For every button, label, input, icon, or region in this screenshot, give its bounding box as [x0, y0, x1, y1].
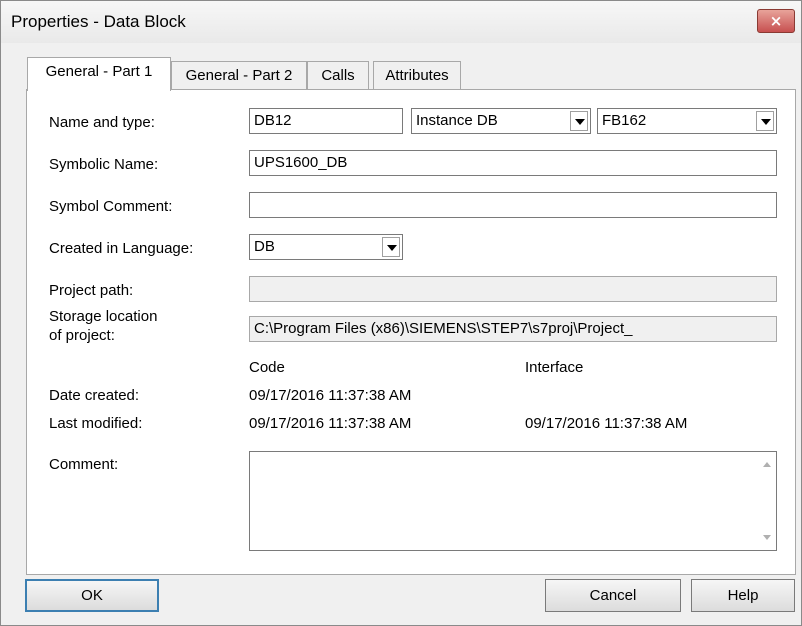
- comment-textarea[interactable]: [249, 451, 777, 551]
- tab-general-part-2[interactable]: General - Part 2: [171, 61, 307, 90]
- symbol-comment-label: Symbol Comment:: [49, 198, 173, 215]
- tab-general-part-1[interactable]: General - Part 1: [27, 57, 171, 91]
- project-path-label: Project path:: [49, 282, 134, 299]
- storage-location-label: Storage location: [49, 308, 158, 325]
- name-input[interactable]: DB12: [249, 108, 403, 134]
- properties-dialog: Properties - Data Block × General - Part…: [0, 0, 802, 626]
- language-select[interactable]: DB: [249, 234, 403, 260]
- last-modified-code: 09/17/2016 11:37:38 AM: [249, 415, 412, 432]
- last-modified-interface: 09/17/2016 11:37:38 AM: [525, 415, 688, 432]
- last-modified-label: Last modified:: [49, 415, 143, 432]
- symbol-comment-input[interactable]: [249, 192, 777, 218]
- name-type-label: Name and type:: [49, 114, 155, 131]
- fb-select-value: FB162: [602, 112, 647, 129]
- tab-attributes[interactable]: Attributes: [373, 61, 461, 90]
- fb-select[interactable]: FB162: [597, 108, 777, 134]
- project-path-field: [249, 276, 777, 302]
- symbolic-name-input[interactable]: UPS1600_DB: [249, 150, 777, 176]
- chevron-down-icon[interactable]: [382, 237, 400, 257]
- ok-button[interactable]: OK: [25, 579, 159, 612]
- chevron-down-icon[interactable]: [570, 111, 588, 131]
- date-created-label: Date created:: [49, 387, 140, 404]
- interface-header: Interface: [525, 359, 584, 376]
- language-select-value: DB: [254, 238, 275, 255]
- language-label: Created in Language:: [49, 240, 194, 257]
- code-header: Code: [249, 359, 285, 376]
- help-button[interactable]: Help: [691, 579, 795, 612]
- window-title: Properties - Data Block: [11, 12, 186, 31]
- comment-label: Comment:: [49, 456, 119, 473]
- scroll-up-icon[interactable]: [763, 462, 771, 467]
- chevron-down-icon[interactable]: [756, 111, 774, 131]
- symbolic-name-label: Symbolic Name:: [49, 156, 159, 173]
- storage-location-field: C:\Program Files (x86)\SIEMENS\STEP7\s7p…: [249, 316, 777, 342]
- scroll-down-icon[interactable]: [763, 535, 771, 540]
- close-icon[interactable]: ×: [757, 9, 795, 33]
- cancel-button[interactable]: Cancel: [545, 579, 681, 612]
- storage-location-label-2: of project:: [49, 327, 115, 344]
- type-select-value: Instance DB: [416, 112, 498, 129]
- title-bar[interactable]: Properties - Data Block ×: [1, 1, 801, 43]
- date-created-code: 09/17/2016 11:37:38 AM: [249, 387, 412, 404]
- comment-scrollbar[interactable]: [758, 452, 776, 550]
- tab-calls[interactable]: Calls: [307, 61, 369, 90]
- type-select[interactable]: Instance DB: [411, 108, 591, 134]
